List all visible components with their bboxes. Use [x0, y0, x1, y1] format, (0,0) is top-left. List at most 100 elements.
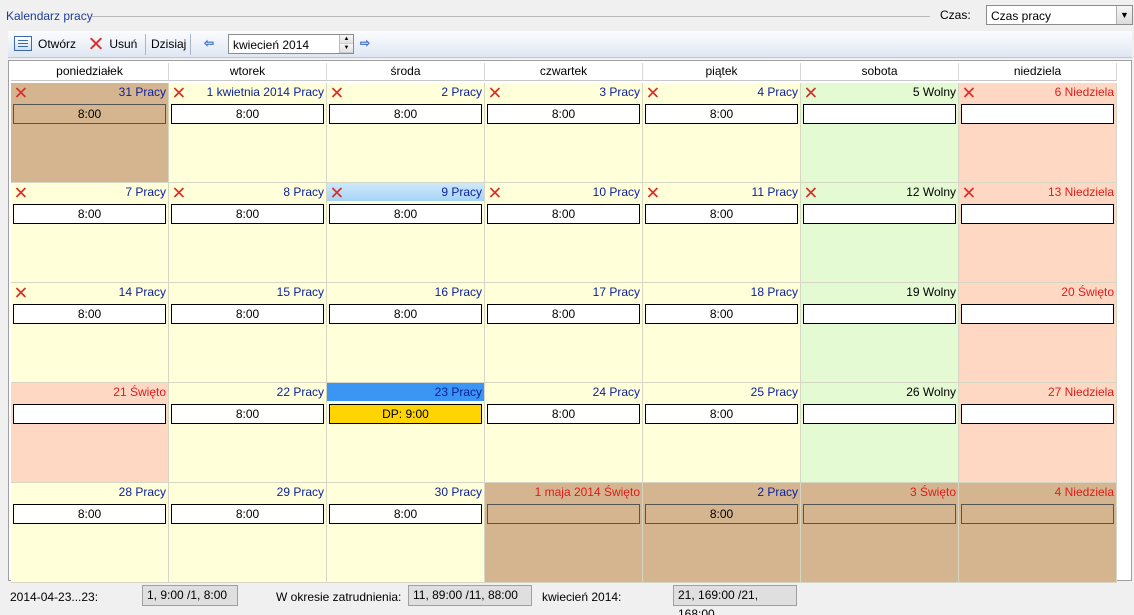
day-header[interactable]: 2 Pracy — [327, 83, 484, 101]
day-cell[interactable]: 1 maja 2014 Święto — [485, 483, 643, 583]
day-header[interactable]: 1 maja 2014 Święto — [485, 483, 642, 501]
hours-box[interactable]: 8:00 — [13, 504, 166, 524]
remove-icon[interactable] — [331, 87, 342, 98]
day-cell[interactable]: 2 Pracy 8:00 — [327, 83, 485, 183]
hours-box[interactable]: 8:00 — [487, 304, 640, 324]
hours-box[interactable] — [803, 204, 956, 224]
day-cell[interactable]: 11 Pracy 8:00 — [643, 183, 801, 283]
day-header[interactable]: 15 Pracy — [169, 283, 326, 301]
day-header[interactable]: 29 Pracy — [169, 483, 326, 501]
hours-box[interactable] — [961, 104, 1114, 124]
remove-icon[interactable] — [647, 87, 658, 98]
hours-box[interactable]: 8:00 — [487, 104, 640, 124]
day-header[interactable]: 4 Niedziela — [959, 483, 1116, 501]
day-cell[interactable]: 10 Pracy 8:00 — [485, 183, 643, 283]
day-header[interactable]: 1 kwietnia 2014 Pracy — [169, 83, 326, 101]
remove-icon[interactable] — [15, 187, 26, 198]
delete-button[interactable]: Usuń — [89, 34, 137, 54]
day-header[interactable]: 13 Niedziela — [959, 183, 1116, 201]
day-header[interactable]: 7 Pracy — [11, 183, 168, 201]
day-cell[interactable]: 21 Święto — [11, 383, 169, 483]
day-cell[interactable]: 26 Wolny — [801, 383, 959, 483]
hours-box[interactable] — [803, 404, 956, 424]
month-spinner[interactable]: ▲ ▼ — [339, 35, 353, 53]
previous-month-icon[interactable]: ⇦ — [202, 36, 216, 50]
hours-box[interactable]: 8:00 — [645, 204, 798, 224]
day-header[interactable]: 11 Pracy — [643, 183, 800, 201]
day-cell[interactable]: 8 Pracy 8:00 — [169, 183, 327, 283]
remove-icon[interactable] — [805, 87, 816, 98]
hours-box[interactable]: 8:00 — [13, 204, 166, 224]
day-header[interactable]: 21 Święto — [11, 383, 168, 401]
day-cell[interactable]: 28 Pracy 8:00 — [11, 483, 169, 583]
day-cell[interactable]: 4 Pracy 8:00 — [643, 83, 801, 183]
day-header[interactable]: 23 Pracy — [327, 383, 484, 401]
day-header[interactable]: 26 Wolny — [801, 383, 958, 401]
day-header[interactable]: 19 Wolny — [801, 283, 958, 301]
hours-box[interactable] — [803, 504, 956, 524]
hours-box[interactable] — [961, 204, 1114, 224]
day-header[interactable]: 2 Pracy — [643, 483, 800, 501]
day-cell[interactable]: 22 Pracy 8:00 — [169, 383, 327, 483]
month-input[interactable]: kwiecień 2014 ▲ ▼ — [228, 34, 354, 54]
next-month-icon[interactable]: ⇨ — [358, 36, 372, 50]
open-icon[interactable] — [14, 36, 32, 51]
hours-box[interactable] — [961, 404, 1114, 424]
day-header[interactable]: 14 Pracy — [11, 283, 168, 301]
day-cell[interactable]: 12 Wolny — [801, 183, 959, 283]
spin-up-icon[interactable]: ▲ — [340, 35, 353, 44]
day-cell[interactable]: 7 Pracy 8:00 — [11, 183, 169, 283]
hours-box[interactable]: 8:00 — [645, 104, 798, 124]
day-header[interactable]: 31 Pracy — [11, 83, 168, 101]
hours-box[interactable] — [961, 304, 1114, 324]
day-header[interactable]: 24 Pracy — [485, 383, 642, 401]
day-header[interactable]: 25 Pracy — [643, 383, 800, 401]
day-header[interactable]: 17 Pracy — [485, 283, 642, 301]
remove-icon[interactable] — [331, 187, 342, 198]
hours-box[interactable]: 8:00 — [13, 104, 166, 124]
remove-icon[interactable] — [15, 287, 26, 298]
day-cell[interactable]: 4 Niedziela — [959, 483, 1117, 583]
day-cell[interactable]: 16 Pracy 8:00 — [327, 283, 485, 383]
day-header[interactable]: 27 Niedziela — [959, 383, 1116, 401]
hours-box[interactable]: 8:00 — [13, 304, 166, 324]
remove-icon[interactable] — [963, 87, 974, 98]
hours-box[interactable]: 8:00 — [171, 204, 324, 224]
hours-box[interactable]: 8:00 — [645, 504, 798, 524]
open-button[interactable]: Otwórz — [38, 34, 76, 54]
day-cell[interactable]: 20 Święto — [959, 283, 1117, 383]
today-button[interactable]: Dzisiaj — [151, 34, 186, 54]
hours-box[interactable]: 8:00 — [645, 304, 798, 324]
day-header[interactable]: 20 Święto — [959, 283, 1116, 301]
day-header[interactable]: 22 Pracy — [169, 383, 326, 401]
spin-down-icon[interactable]: ▼ — [340, 44, 353, 53]
hours-box[interactable]: 8:00 — [487, 404, 640, 424]
hours-box[interactable] — [13, 404, 166, 424]
remove-icon[interactable] — [647, 187, 658, 198]
chevron-down-icon[interactable]: ▼ — [1116, 6, 1132, 24]
hours-box[interactable] — [803, 304, 956, 324]
day-cell[interactable]: 29 Pracy 8:00 — [169, 483, 327, 583]
hours-box[interactable]: 8:00 — [171, 104, 324, 124]
day-cell[interactable]: 23 Pracy DP: 9:00 — [327, 383, 485, 483]
day-header[interactable]: 8 Pracy — [169, 183, 326, 201]
day-header[interactable]: 9 Pracy — [327, 183, 484, 201]
hours-box[interactable] — [803, 104, 956, 124]
day-cell[interactable]: 1 kwietnia 2014 Pracy 8:00 — [169, 83, 327, 183]
hours-box[interactable]: 8:00 — [329, 304, 482, 324]
day-cell[interactable]: 2 Pracy 8:00 — [643, 483, 801, 583]
day-header[interactable]: 12 Wolny — [801, 183, 958, 201]
day-cell[interactable]: 9 Pracy 8:00 — [327, 183, 485, 283]
day-cell[interactable]: 3 Święto — [801, 483, 959, 583]
remove-icon[interactable] — [489, 187, 500, 198]
czas-select[interactable]: Czas pracy ▼ — [986, 5, 1133, 25]
day-cell[interactable]: 25 Pracy 8:00 — [643, 383, 801, 483]
hours-box[interactable]: 8:00 — [171, 504, 324, 524]
day-header[interactable]: 16 Pracy — [327, 283, 484, 301]
hours-box[interactable] — [961, 504, 1114, 524]
hours-box[interactable]: 8:00 — [329, 504, 482, 524]
day-cell[interactable]: 6 Niedziela — [959, 83, 1117, 183]
hours-box[interactable]: 8:00 — [645, 404, 798, 424]
day-header[interactable]: 10 Pracy — [485, 183, 642, 201]
hours-box[interactable]: 8:00 — [171, 304, 324, 324]
